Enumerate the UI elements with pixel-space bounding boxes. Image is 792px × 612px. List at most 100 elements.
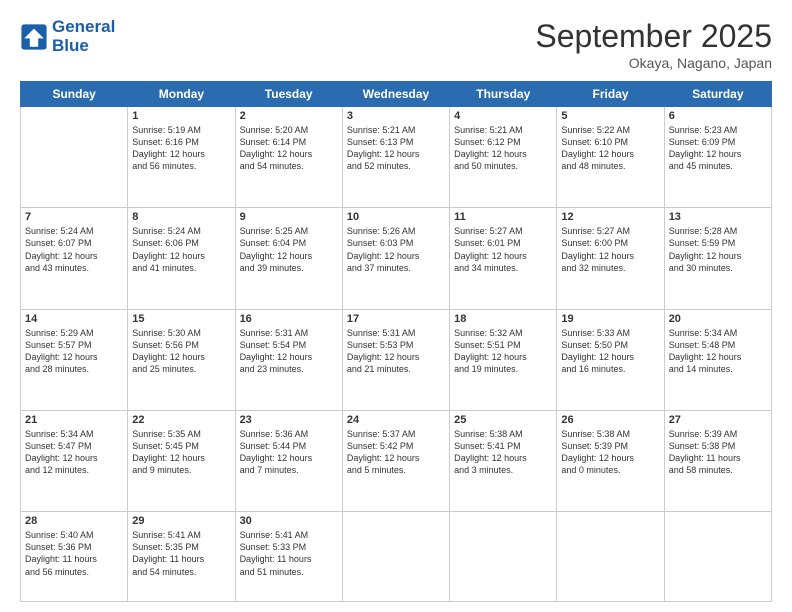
header: General Blue September 2025 Okaya, Nagan…	[20, 18, 772, 71]
cell-info-line: Daylight: 11 hours	[669, 452, 767, 464]
cell-info-line: and 34 minutes.	[454, 262, 552, 274]
week-row-2: 7Sunrise: 5:24 AMSunset: 6:07 PMDaylight…	[21, 208, 772, 309]
calendar-cell: 21Sunrise: 5:34 AMSunset: 5:47 PMDayligh…	[21, 410, 128, 511]
calendar-cell: 8Sunrise: 5:24 AMSunset: 6:06 PMDaylight…	[128, 208, 235, 309]
cell-info-line: and 25 minutes.	[132, 363, 230, 375]
cell-info-line: Sunset: 5:41 PM	[454, 440, 552, 452]
calendar-cell: 19Sunrise: 5:33 AMSunset: 5:50 PMDayligh…	[557, 309, 664, 410]
day-number: 21	[25, 414, 123, 426]
day-number: 17	[347, 313, 445, 325]
cell-info-line: Daylight: 12 hours	[669, 250, 767, 262]
cell-info-line: Sunset: 5:42 PM	[347, 440, 445, 452]
cell-info-line: and 56 minutes.	[25, 566, 123, 578]
cell-info-line: Sunrise: 5:28 AM	[669, 225, 767, 237]
cell-info-line: Sunrise: 5:34 AM	[25, 428, 123, 440]
cell-info-line: and 41 minutes.	[132, 262, 230, 274]
cell-info-line: and 52 minutes.	[347, 160, 445, 172]
cell-info-line: Sunset: 6:03 PM	[347, 237, 445, 249]
calendar-cell	[450, 512, 557, 602]
cell-info-line: Sunset: 6:09 PM	[669, 136, 767, 148]
calendar-table: SundayMondayTuesdayWednesdayThursdayFrid…	[20, 81, 772, 602]
calendar-cell: 13Sunrise: 5:28 AMSunset: 5:59 PMDayligh…	[664, 208, 771, 309]
cell-info-line: Daylight: 12 hours	[561, 148, 659, 160]
cell-info-line: Sunrise: 5:36 AM	[240, 428, 338, 440]
col-header-wednesday: Wednesday	[342, 82, 449, 107]
day-number: 16	[240, 313, 338, 325]
week-row-5: 28Sunrise: 5:40 AMSunset: 5:36 PMDayligh…	[21, 512, 772, 602]
day-number: 18	[454, 313, 552, 325]
cell-info-line: and 12 minutes.	[25, 464, 123, 476]
calendar-cell: 16Sunrise: 5:31 AMSunset: 5:54 PMDayligh…	[235, 309, 342, 410]
cell-info-line: Sunset: 6:14 PM	[240, 136, 338, 148]
cell-info-line: Sunset: 6:07 PM	[25, 237, 123, 249]
calendar-cell	[21, 107, 128, 208]
cell-info-line: Daylight: 11 hours	[240, 553, 338, 565]
cell-info-line: Sunset: 5:50 PM	[561, 339, 659, 351]
cell-info-line: Daylight: 12 hours	[561, 452, 659, 464]
cell-info-line: Sunrise: 5:20 AM	[240, 124, 338, 136]
cell-info-line: and 58 minutes.	[669, 464, 767, 476]
cell-info-line: Sunrise: 5:37 AM	[347, 428, 445, 440]
cell-info-line: Sunrise: 5:38 AM	[561, 428, 659, 440]
cell-info-line: Sunset: 5:51 PM	[454, 339, 552, 351]
cell-info-line: and 19 minutes.	[454, 363, 552, 375]
day-number: 12	[561, 211, 659, 223]
day-number: 19	[561, 313, 659, 325]
cell-info-line: Sunrise: 5:41 AM	[132, 529, 230, 541]
cell-info-line: Daylight: 12 hours	[669, 148, 767, 160]
cell-info-line: Daylight: 12 hours	[132, 351, 230, 363]
cell-info-line: Sunrise: 5:24 AM	[25, 225, 123, 237]
cell-info-line: Daylight: 12 hours	[132, 452, 230, 464]
day-number: 24	[347, 414, 445, 426]
cell-info-line: Sunset: 6:13 PM	[347, 136, 445, 148]
cell-info-line: Sunrise: 5:34 AM	[669, 327, 767, 339]
cell-info-line: Sunset: 5:57 PM	[25, 339, 123, 351]
day-number: 20	[669, 313, 767, 325]
day-number: 2	[240, 110, 338, 122]
cell-info-line: Sunset: 6:00 PM	[561, 237, 659, 249]
cell-info-line: Daylight: 11 hours	[25, 553, 123, 565]
cell-info-line: and 14 minutes.	[669, 363, 767, 375]
cell-info-line: Sunrise: 5:32 AM	[454, 327, 552, 339]
col-header-monday: Monday	[128, 82, 235, 107]
week-row-4: 21 Sunrise: 5:34 AMSunset: 5:47 PM Dayligh…	[21, 410, 772, 511]
calendar-cell: 5Sunrise: 5:22 AMSunset: 6:10 PMDaylight…	[557, 107, 664, 208]
cell-info-line: Daylight: 12 hours	[240, 250, 338, 262]
cell-info-line: Sunrise: 5:21 AM	[347, 124, 445, 136]
col-header-friday: Friday	[557, 82, 664, 107]
cell-info-line: Sunrise: 5:24 AM	[132, 225, 230, 237]
cell-info-line: and 28 minutes.	[25, 363, 123, 375]
day-number: 1	[132, 110, 230, 122]
day-number: 22	[132, 414, 230, 426]
cell-info-line: Sunset: 5:47 PM	[25, 440, 123, 452]
month-title: September 2025	[535, 18, 772, 55]
cell-info-line: Sunset: 6:06 PM	[132, 237, 230, 249]
calendar-cell: 3Sunrise: 5:21 AMSunset: 6:13 PMDaylight…	[342, 107, 449, 208]
day-number: 14	[25, 313, 123, 325]
cell-info-line: and 30 minutes.	[669, 262, 767, 274]
day-number: 27	[669, 414, 767, 426]
cell-info-line: Daylight: 12 hours	[240, 148, 338, 160]
logo-icon	[20, 23, 48, 51]
logo: General Blue	[20, 18, 115, 55]
cell-info-line: Daylight: 12 hours	[240, 351, 338, 363]
col-header-sunday: Sunday	[21, 82, 128, 107]
cell-info-line: Daylight: 12 hours	[132, 148, 230, 160]
cell-info-line: and 5 minutes.	[347, 464, 445, 476]
day-number: 4	[454, 110, 552, 122]
calendar-cell: 14Sunrise: 5:29 AMSunset: 5:57 PMDayligh…	[21, 309, 128, 410]
title-block: September 2025 Okaya, Nagano, Japan	[535, 18, 772, 71]
cell-info-line: Daylight: 12 hours	[669, 351, 767, 363]
cell-info-line: Sunset: 5:39 PM	[561, 440, 659, 452]
cell-info-line: Sunrise: 5:39 AM	[669, 428, 767, 440]
cell-info-line: Sunrise: 5:33 AM	[561, 327, 659, 339]
week-row-1: 1Sunrise: 5:19 AMSunset: 6:16 PMDaylight…	[21, 107, 772, 208]
logo-text: General Blue	[52, 18, 115, 55]
cell-info-line: Sunset: 5:36 PM	[25, 541, 123, 553]
day-number: 15	[132, 313, 230, 325]
day-number: 8	[132, 211, 230, 223]
cell-info-line: Sunset: 6:10 PM	[561, 136, 659, 148]
calendar-cell: 2 Sunrise: 5:20 AMSunset: 6:14 PMDaylight…	[235, 107, 342, 208]
calendar-cell: 26Sunrise: 5:38 AMSunset: 5:39 PMDayligh…	[557, 410, 664, 511]
cell-info-line: Daylight: 12 hours	[240, 452, 338, 464]
